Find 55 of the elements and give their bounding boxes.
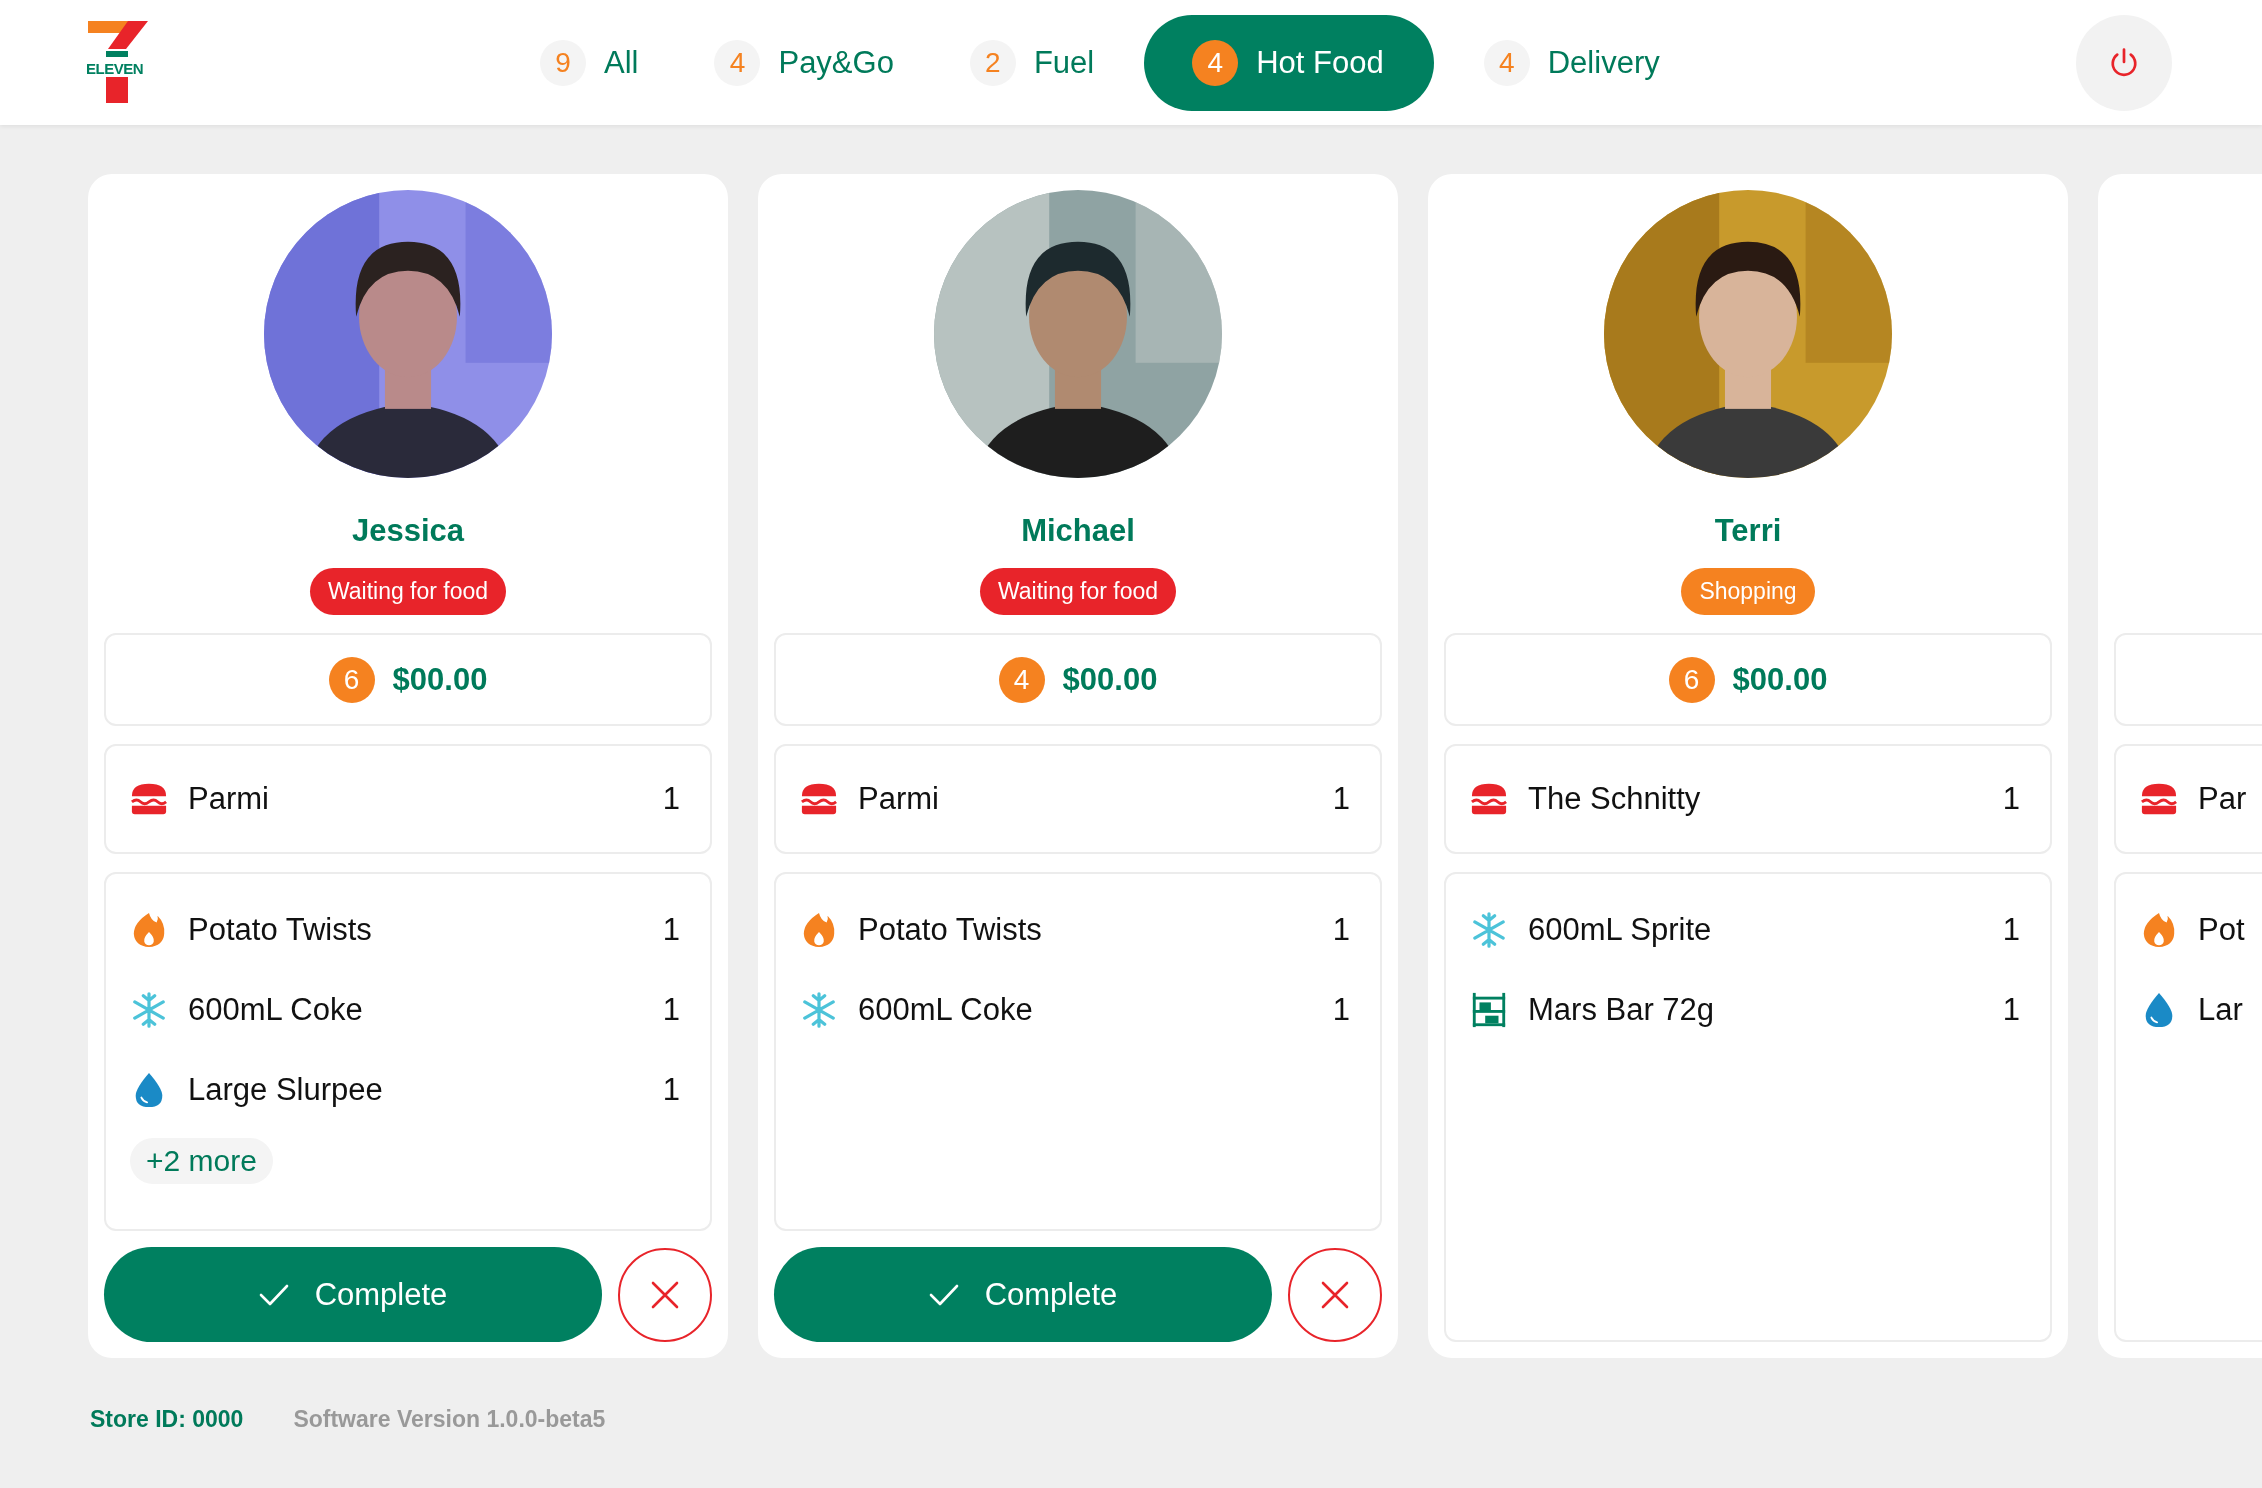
check-icon — [928, 1283, 959, 1306]
close-icon — [1320, 1279, 1350, 1310]
complete-button[interactable]: Complete — [104, 1247, 602, 1342]
order-total: $00.00 — [1062, 661, 1158, 698]
complete-button[interactable]: Complete — [774, 1247, 1272, 1342]
item-count-badge: 6 — [1668, 656, 1715, 703]
software-version: Software Version 1.0.0-beta5 — [293, 1406, 606, 1433]
status-badge: Shopping — [1681, 567, 1815, 615]
item-name: Par — [2198, 781, 2247, 817]
item-name: Parmi — [858, 781, 939, 817]
item-quantity: 1 — [1332, 781, 1350, 817]
item-name: The Schnitty — [1528, 781, 1701, 817]
item-quantity: 1 — [1332, 912, 1350, 948]
item-quantity: 1 — [662, 1072, 680, 1108]
item-name: Potato Twists — [858, 912, 1042, 948]
customer-name: Jessica — [351, 513, 465, 549]
item-quantity: 1 — [1332, 992, 1350, 1028]
shelf-icon — [1470, 991, 1508, 1029]
customer-name: Michael — [1021, 513, 1135, 549]
item-quantity: 1 — [2002, 912, 2020, 948]
item-quantity: 1 — [2002, 781, 2020, 817]
more-items-chip[interactable]: +2 more — [130, 1138, 273, 1184]
status-badge: Waiting for food — [979, 567, 1177, 615]
item-quantity: 1 — [2002, 992, 2020, 1028]
snowflake-icon — [130, 991, 168, 1029]
customer-name: Terri — [1714, 513, 1782, 549]
item-name: Pot — [2198, 912, 2245, 948]
item-name: Lar — [2198, 992, 2243, 1028]
item-count-badge: 6 — [328, 656, 375, 703]
filter-tab[interactable]: 2 Fuel — [969, 14, 1095, 111]
logo-text: ELEVEN — [86, 60, 143, 76]
store-id: Store ID: 0000 — [90, 1406, 244, 1433]
snowflake-icon — [800, 991, 838, 1029]
item-quantity: 1 — [662, 992, 680, 1028]
item-name: 600mL Sprite — [1528, 912, 1712, 948]
item-quantity: 1 — [662, 781, 680, 817]
snowflake-icon — [1470, 911, 1508, 949]
close-icon — [650, 1279, 680, 1310]
item-name: 600mL Coke — [858, 992, 1033, 1028]
item-name: Potato Twists — [188, 912, 372, 948]
order-total: $00.00 — [392, 661, 488, 698]
status-badge: Waiting for food — [309, 567, 507, 615]
check-icon — [258, 1283, 289, 1306]
order-total: $00.00 — [1732, 661, 1828, 698]
item-name: Parmi — [188, 781, 269, 817]
filter-tab[interactable]: 4 Hot Food — [1144, 14, 1434, 111]
filter-tab[interactable]: 9 All — [540, 14, 639, 111]
filter-tab[interactable]: 4 Pay&Go — [714, 14, 894, 111]
seven-logo-icon — [86, 20, 150, 103]
item-name: 600mL Coke — [188, 992, 363, 1028]
item-quantity: 1 — [662, 912, 680, 948]
item-name: Large Slurpee — [188, 1072, 383, 1108]
filter-tab[interactable]: 4 Delivery — [1483, 14, 1660, 111]
item-count-badge: 4 — [998, 656, 1045, 703]
item-name: Mars Bar 72g — [1528, 992, 1715, 1028]
